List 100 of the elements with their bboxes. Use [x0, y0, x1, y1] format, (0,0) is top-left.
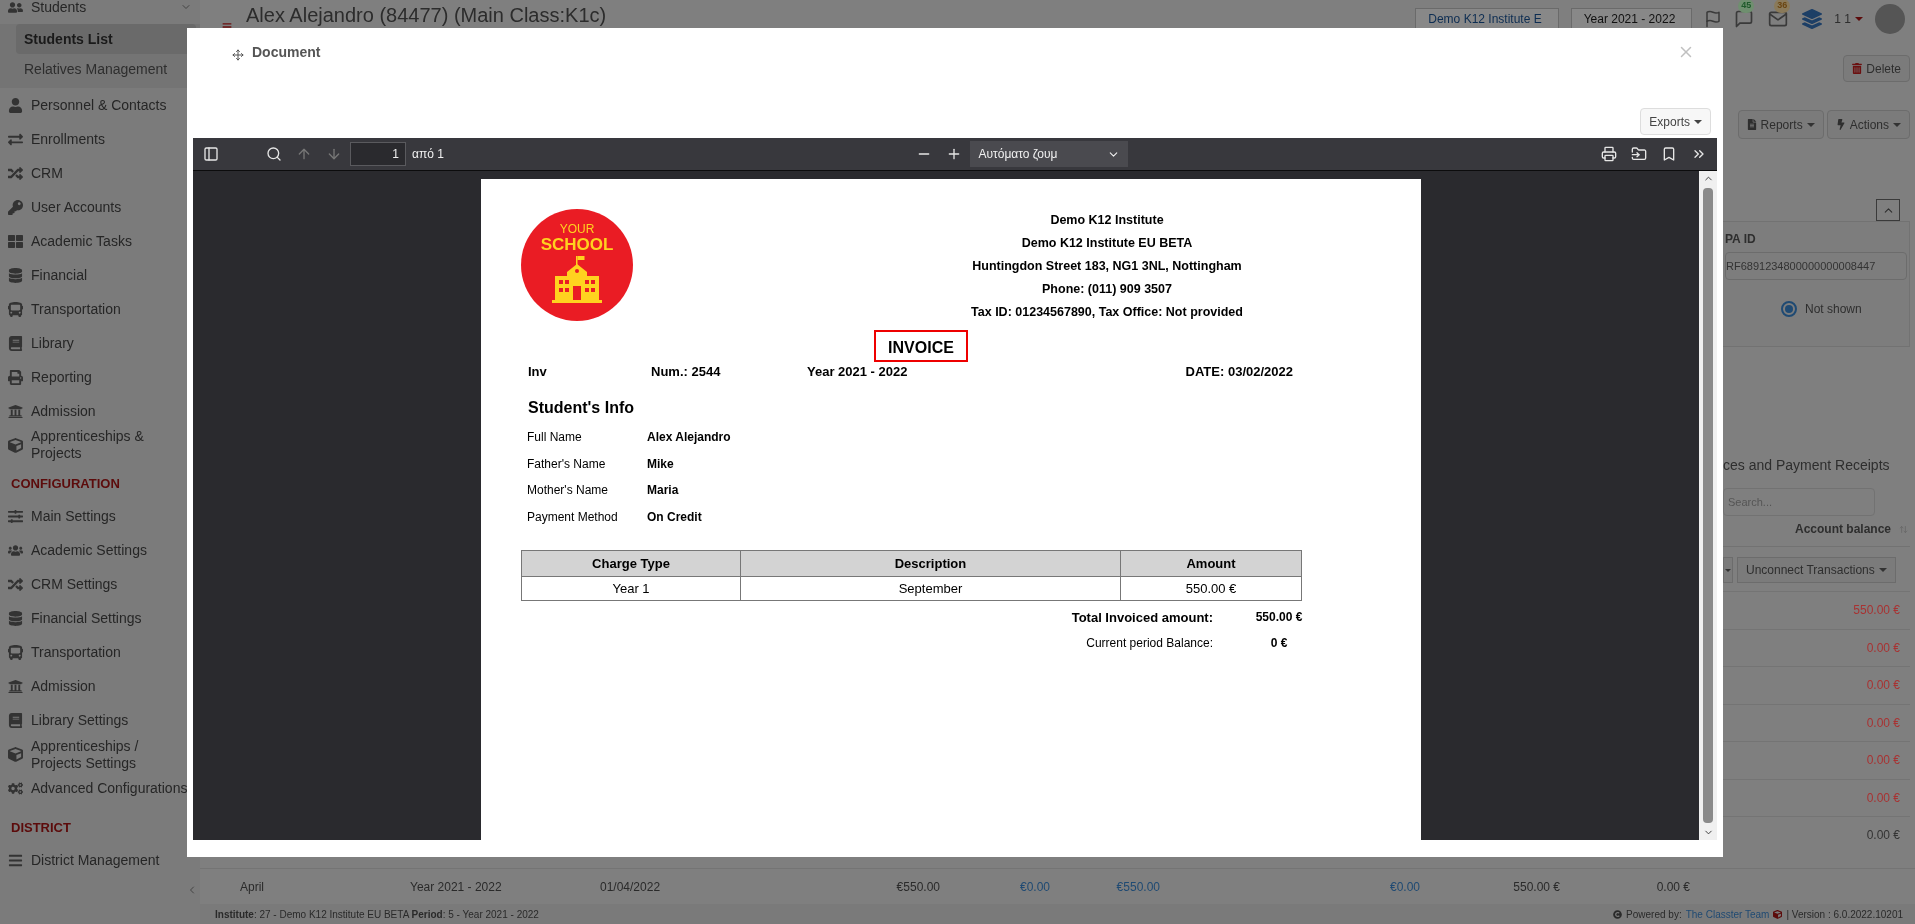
- table-cell: Year 1: [521, 576, 741, 601]
- sidebar-item[interactable]: Transportation: [0, 292, 200, 326]
- unconnect-button[interactable]: Unconnect Transactions: [1737, 557, 1896, 583]
- school-building-icon: [552, 256, 602, 304]
- arrows-icon: [8, 131, 23, 147]
- sidebar-item[interactable]: User Accounts: [0, 190, 200, 224]
- balance-value: 0.00 €: [1866, 639, 1900, 657]
- sidebar-item[interactable]: Admission: [0, 394, 200, 428]
- document-icon: [1746, 119, 1757, 130]
- sidebar-item[interactable]: CRM: [0, 156, 200, 190]
- invoice-meta: DATE: 03/02/2022: [1185, 363, 1293, 381]
- gears-icon: [8, 781, 23, 796]
- search-icon[interactable]: [266, 146, 282, 162]
- amount-link[interactable]: €0.00: [1019, 877, 1050, 896]
- sidebar-item[interactable]: CRM Settings: [0, 567, 200, 602]
- sidebar-heading: DISTRICT: [10, 818, 72, 837]
- radio-label: Not shown: [1805, 301, 1862, 318]
- sidebar-item[interactable]: Admission: [0, 669, 200, 704]
- sidebar-item[interactable]: Reporting: [0, 360, 200, 394]
- sidebar-item[interactable]: Apprenticeships & Projects: [0, 428, 200, 462]
- folder-icon[interactable]: [1631, 146, 1647, 162]
- avatar[interactable]: [1875, 4, 1905, 34]
- sidebar-item[interactable]: Apprenticeships / Projects Settings: [0, 737, 200, 772]
- layers-icon[interactable]: [1802, 9, 1823, 29]
- status-text: Institute: 27 - Demo K12 Institute EU BETA Period: 5 - Year 2021 - 2022: [215, 907, 539, 922]
- balance-value: 0.00 €: [1866, 789, 1900, 807]
- sidebar-item[interactable]: Library Settings: [0, 703, 200, 738]
- sidebar-item[interactable]: Students: [0, 0, 200, 24]
- print-icon[interactable]: [1601, 146, 1617, 162]
- trash-icon: [1852, 63, 1863, 74]
- table-cell-text: Year 2021 - 2022: [410, 878, 502, 896]
- sidebar-item[interactable]: Library: [0, 326, 200, 360]
- sidebar-heading: CONFIGURATION: [10, 475, 121, 493]
- user-menu[interactable]: 1 1: [1834, 10, 1863, 28]
- scrollbar[interactable]: [1699, 171, 1717, 840]
- coins-icon: [8, 611, 23, 626]
- field-label: Mother's Name: [527, 482, 609, 500]
- delete-button[interactable]: Delete: [1843, 55, 1910, 82]
- invoice-meta: Inv: [528, 363, 548, 381]
- amount-link[interactable]: €0.00: [1389, 877, 1420, 896]
- institute-select[interactable]: Demo K12 Institute E: [1415, 8, 1559, 30]
- amount-link[interactable]: €550.00: [1116, 877, 1160, 896]
- text-field[interactable]: RF6891234800000000008447: [1725, 252, 1907, 280]
- bus-icon: [8, 645, 23, 660]
- page-number-field[interactable]: 1: [350, 142, 406, 166]
- reports-button[interactable]: Reports: [1737, 110, 1824, 139]
- field-label: Full Name: [527, 428, 583, 446]
- sliders-icon: [8, 509, 23, 524]
- field-label: PA ID: [1725, 231, 1757, 248]
- sidebar-item[interactable]: Advanced Configurations: [0, 771, 200, 806]
- field-value: Maria: [647, 482, 679, 500]
- team-link[interactable]: The Classter Team: [1685, 906, 1770, 922]
- dialog-title: Document: [252, 42, 321, 62]
- sidebar-toggle-icon[interactable]: [203, 146, 219, 162]
- total-label: Total Invoiced amount:: [1070, 608, 1213, 627]
- bolt-icon: [1835, 119, 1846, 130]
- sidebar-item[interactable]: Personnel & Contacts: [0, 88, 200, 122]
- page-title: Alex Alejandro (84477) (Main Class:K1c): [246, 3, 607, 28]
- shuffle-icon: [8, 577, 23, 592]
- sidebar-item[interactable]: Academic Tasks: [0, 224, 200, 258]
- year-select[interactable]: Year 2021 - 2022: [1570, 8, 1693, 30]
- total-value: 0 €: [1269, 635, 1289, 653]
- logo-text: SCHOOL: [540, 236, 614, 254]
- mail-icon[interactable]: [1768, 9, 1789, 29]
- section-title: ces and Payment Receipts: [1723, 456, 1891, 475]
- bookmark-icon[interactable]: [1661, 146, 1677, 162]
- collapse-button[interactable]: [1876, 199, 1900, 221]
- balance-value: 0.00 €: [1866, 714, 1900, 732]
- column-header: Account balance: [1794, 521, 1891, 538]
- flag-icon[interactable]: [1704, 10, 1723, 28]
- field-label: Payment Method: [527, 508, 619, 526]
- sidebar-item[interactable]: District Management: [0, 843, 200, 877]
- menu-icon: [8, 852, 23, 868]
- institute-line: Demo K12 Institute EU BETA: [1021, 235, 1193, 252]
- sidebar-item[interactable]: Financial: [0, 258, 200, 292]
- sidebar-subitem[interactable]: Students List: [16, 24, 196, 54]
- sidebar-item[interactable]: Academic Settings: [0, 533, 200, 568]
- printer-icon: [8, 369, 23, 385]
- table-cell-text: 01/04/2022: [600, 878, 661, 896]
- exports-button[interactable]: Exports: [1640, 108, 1711, 135]
- coins-icon: [8, 267, 23, 283]
- dropdown-caret[interactable]: [1723, 557, 1733, 583]
- invoice-meta: Year 2021 - 2022: [807, 363, 908, 381]
- sidebar-item[interactable]: Main Settings: [0, 499, 200, 534]
- cube-icon: [8, 747, 23, 762]
- chat-icon[interactable]: [1734, 9, 1755, 29]
- move-icon[interactable]: [232, 49, 244, 61]
- cube-icon: [8, 437, 23, 453]
- sidebar-item[interactable]: Transportation: [0, 635, 200, 670]
- books-icon: [8, 335, 23, 351]
- balance-value: 0.00 €: [1866, 827, 1900, 845]
- actions-button[interactable]: Actions: [1826, 110, 1910, 139]
- copyright-icon: [1613, 909, 1623, 919]
- zoom-select[interactable]: Αυτόματο ζουμ: [970, 141, 1129, 167]
- column-header: Description: [740, 550, 1121, 577]
- sidebar-item[interactable]: Enrollments: [0, 122, 200, 156]
- sidebar-item[interactable]: Financial Settings: [0, 601, 200, 636]
- radio-button[interactable]: [1781, 301, 1797, 317]
- column-header: Amount: [1120, 550, 1302, 577]
- section-heading: Student's Info: [527, 397, 635, 418]
